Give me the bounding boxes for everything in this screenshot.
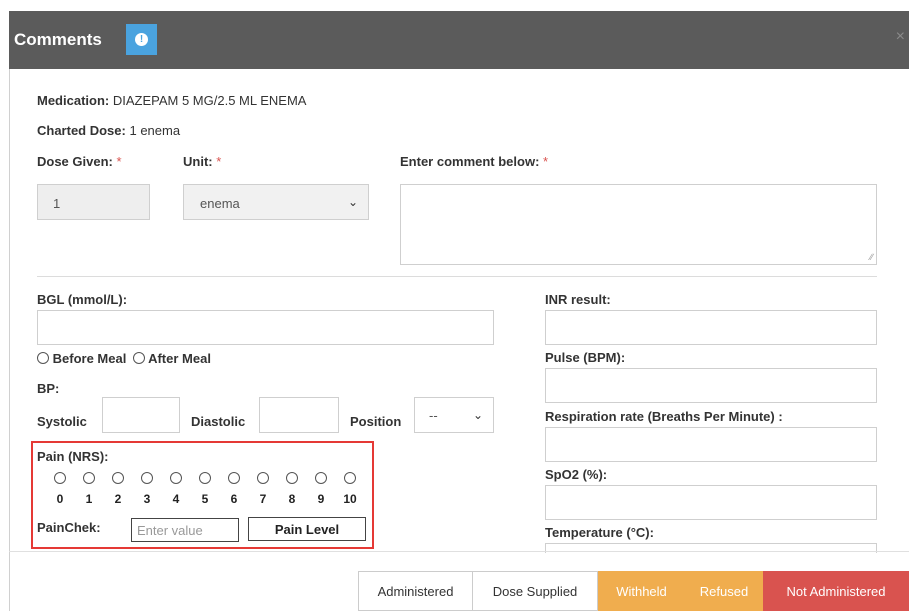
chevron-down-icon: ⌄ <box>472 408 483 422</box>
pain-radio-6[interactable] <box>228 472 240 484</box>
pain-scale-label: 3 <box>143 492 151 506</box>
unit-select[interactable]: enema ⌄ <box>183 184 369 220</box>
pulse-input[interactable] <box>545 368 877 403</box>
unit-heading: Unit: * <box>183 154 221 169</box>
dose-given-label: Dose Given: <box>37 154 113 169</box>
bgl-label: BGL (mmol/L): <box>37 292 128 307</box>
pain-level-button[interactable]: Pain Level <box>248 517 366 541</box>
systolic-input[interactable] <box>102 397 180 433</box>
meal-options: Before Meal After Meal <box>37 351 211 366</box>
unit-select-value: enema <box>200 196 240 211</box>
pain-radio-4[interactable] <box>170 472 182 484</box>
medication-value: DIAZEPAM 5 MG/2.5 ML ENEMA <box>112 93 307 108</box>
diastolic-label: Diastolic <box>191 414 246 429</box>
after-meal-label: After Meal <box>148 351 211 366</box>
pain-radio-1[interactable] <box>83 472 95 484</box>
dialog-left-border <box>9 69 10 611</box>
chevron-down-icon: ⌄ <box>347 195 358 209</box>
inr-label: INR result: <box>545 292 611 307</box>
dose-supplied-button[interactable]: Dose Supplied <box>472 571 598 611</box>
info-icon: ! <box>135 33 148 46</box>
painchek-label: PainChek: <box>37 520 101 535</box>
pain-scale-label: 9 <box>317 492 325 506</box>
charted-dose-value: 1 enema <box>129 123 181 138</box>
pain-scale-label: 6 <box>230 492 238 506</box>
before-meal-label: Before Meal <box>52 351 127 366</box>
dose-given-field[interactable]: 1 <box>37 184 150 220</box>
medication-label: Medication: <box>37 93 110 108</box>
required-marker: * <box>116 154 122 169</box>
comment-label: Enter comment below: <box>400 154 540 169</box>
spo2-label: SpO2 (%): <box>545 467 608 482</box>
pain-scale-label: 4 <box>172 492 180 506</box>
spo2-input[interactable] <box>545 485 877 520</box>
respiration-label: Respiration rate (Breaths Per Minute) : <box>545 409 783 424</box>
pulse-label: Pulse (BPM): <box>545 350 626 365</box>
pain-scale-label: 1 <box>85 492 93 506</box>
before-meal-radio[interactable] <box>37 352 49 364</box>
diastolic-input[interactable] <box>259 397 339 433</box>
bp-label: BP: <box>37 381 60 396</box>
dose-given-heading: Dose Given: * <box>37 154 122 169</box>
administered-button[interactable]: Administered <box>358 571 473 611</box>
respiration-input[interactable] <box>545 427 877 462</box>
charted-dose-label: Charted Dose: <box>37 123 126 138</box>
charted-dose-row: Charted Dose: 1 enema <box>37 123 180 138</box>
comment-textarea[interactable]: ∕∕ <box>400 184 877 265</box>
pain-radio-7[interactable] <box>257 472 269 484</box>
pain-radio-10[interactable] <box>344 472 356 484</box>
withheld-button[interactable]: Withheld <box>598 571 685 611</box>
systolic-label: Systolic <box>37 414 87 429</box>
temperature-label: Temperature (°C): <box>545 525 654 540</box>
position-label: Position <box>350 414 402 429</box>
info-button[interactable]: ! <box>126 24 157 55</box>
comment-heading: Enter comment below: * <box>400 154 548 169</box>
section-divider <box>37 276 877 277</box>
not-administered-button[interactable]: Not Administered <box>763 571 909 611</box>
pain-scale-label: 5 <box>201 492 209 506</box>
medication-row: Medication: DIAZEPAM 5 MG/2.5 ML ENEMA <box>37 93 306 108</box>
pain-scale-label: 8 <box>288 492 296 506</box>
pain-scale-label: 2 <box>114 492 122 506</box>
pain-radio-9[interactable] <box>315 472 327 484</box>
pain-radio-5[interactable] <box>199 472 211 484</box>
pain-radio-8[interactable] <box>286 472 298 484</box>
dialog-title: Comments <box>14 30 102 49</box>
pain-radio-2[interactable] <box>112 472 124 484</box>
bgl-input[interactable] <box>37 310 494 345</box>
footer-divider <box>9 551 909 552</box>
position-select[interactable]: -- ⌄ <box>414 397 494 433</box>
position-select-value: -- <box>429 408 438 423</box>
close-icon[interactable]: × <box>896 28 905 46</box>
resize-grip-icon: ∕∕ <box>869 252 873 262</box>
pain-scale-label: 7 <box>259 492 267 506</box>
inr-input[interactable] <box>545 310 877 345</box>
required-marker: * <box>216 154 222 169</box>
refused-button[interactable]: Refused <box>685 571 763 611</box>
unit-label: Unit: <box>183 154 213 169</box>
pain-scale-label: 0 <box>56 492 64 506</box>
pain-scale-label: 10 <box>343 492 357 506</box>
pain-nrs-label: Pain (NRS): <box>37 449 109 464</box>
dialog-header: Comments ! × <box>9 11 909 69</box>
painchek-input[interactable]: Enter value <box>131 518 239 542</box>
after-meal-radio[interactable] <box>132 352 145 364</box>
required-marker: * <box>543 154 549 169</box>
pain-radio-0[interactable] <box>54 472 66 484</box>
pain-radio-3[interactable] <box>141 472 153 484</box>
